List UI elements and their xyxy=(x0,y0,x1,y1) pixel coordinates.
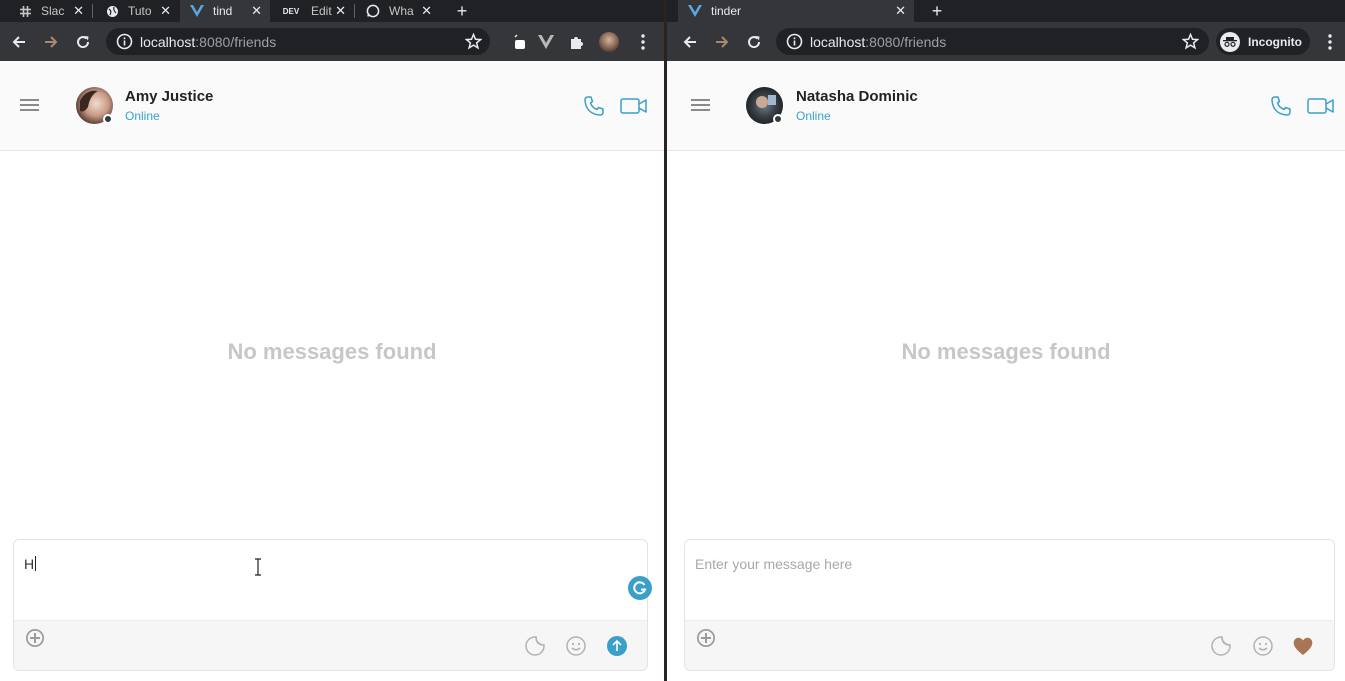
tab-whatsapp[interactable]: Wha ✕ xyxy=(356,0,440,22)
message-input[interactable]: Enter your message here xyxy=(695,556,852,572)
tab-label: tind xyxy=(213,4,233,18)
contact-status: Online xyxy=(125,109,160,123)
bookmark-star-icon[interactable] xyxy=(1182,33,1199,50)
close-tab-icon[interactable]: ✕ xyxy=(895,3,906,19)
close-tab-icon[interactable]: ✕ xyxy=(251,3,262,19)
message-composer: Enter your message here xyxy=(684,539,1335,671)
tab-slack[interactable]: Slac ✕ xyxy=(8,0,92,22)
slack-icon xyxy=(18,4,32,18)
hamburger-menu-icon[interactable] xyxy=(20,99,39,111)
vue-icon xyxy=(190,4,204,18)
address-bar[interactable]: localhost:8080/friends xyxy=(106,28,490,55)
heart-like-icon[interactable] xyxy=(1292,635,1314,657)
forward-icon[interactable] xyxy=(40,31,62,53)
close-tab-icon[interactable]: ✕ xyxy=(421,3,432,19)
reload-icon[interactable] xyxy=(72,31,94,53)
back-icon[interactable] xyxy=(679,31,701,53)
globe-icon xyxy=(105,4,119,18)
empty-state-text: No messages found xyxy=(227,339,437,364)
tab-label: Tuto xyxy=(128,4,152,18)
contact-avatar[interactable] xyxy=(746,87,783,124)
composer-toolbar xyxy=(685,620,1334,670)
sticker-icon[interactable] xyxy=(524,635,546,657)
contact-status: Online xyxy=(796,109,831,123)
menu-dots-icon[interactable] xyxy=(1319,31,1341,53)
close-tab-icon[interactable]: ✕ xyxy=(73,3,84,19)
chat-app: Natasha Dominic Online No messages found… xyxy=(667,61,1345,681)
tab-label: tinder xyxy=(711,4,742,18)
text-caret xyxy=(35,556,37,571)
contact-name: Amy Justice xyxy=(125,88,214,105)
forward-icon[interactable] xyxy=(711,31,733,53)
hamburger-menu-icon[interactable] xyxy=(691,99,710,111)
dev-icon: DEV xyxy=(282,6,300,16)
close-tab-icon[interactable]: ✕ xyxy=(335,3,346,19)
tab-tutorial[interactable]: Tuto ✕ xyxy=(95,0,179,22)
grammarly-icon[interactable] xyxy=(628,576,652,600)
whatsapp-icon xyxy=(366,4,380,18)
online-status-dot xyxy=(103,114,113,124)
contact-avatar[interactable] xyxy=(76,87,113,124)
url-text: localhost:8080/friends xyxy=(810,34,947,50)
profile-avatar[interactable] xyxy=(598,31,620,53)
extension-icon[interactable] xyxy=(509,31,531,53)
browser-toolbar: localhost:8080/friends xyxy=(0,22,664,61)
left-browser-window: Slac ✕ Tuto ✕ tind ✕ DEV Edit ✕ Wha ✕ + … xyxy=(0,0,664,681)
info-icon[interactable] xyxy=(786,33,803,50)
info-icon[interactable] xyxy=(116,33,133,50)
right-browser-window: tinder ✕ + localhost:8080/friends Incogn… xyxy=(667,0,1345,681)
browser-toolbar: localhost:8080/friends Incognito xyxy=(667,22,1345,61)
empty-state-text: No messages found xyxy=(901,339,1111,364)
video-call-icon[interactable] xyxy=(1307,97,1335,115)
tab-strip: Slac ✕ Tuto ✕ tind ✕ DEV Edit ✕ Wha ✕ + xyxy=(0,0,664,22)
tab-label: Edit xyxy=(311,4,332,18)
back-icon[interactable] xyxy=(8,31,30,53)
text-cursor-icon xyxy=(255,558,261,576)
add-attachment-icon[interactable] xyxy=(695,627,717,649)
bookmark-star-icon[interactable] xyxy=(465,33,482,50)
composer-toolbar xyxy=(14,620,647,670)
video-call-icon[interactable] xyxy=(620,97,648,115)
vue-devtools-icon[interactable] xyxy=(535,31,557,53)
incognito-label: Incognito xyxy=(1248,34,1302,49)
tab-tinder[interactable]: tinder ✕ xyxy=(678,0,914,22)
url-text: localhost:8080/friends xyxy=(140,34,277,50)
vue-icon xyxy=(688,4,702,18)
address-bar[interactable]: localhost:8080/friends xyxy=(776,28,1209,55)
contact-name: Natasha Dominic xyxy=(796,88,918,105)
new-tab-button[interactable]: + xyxy=(451,0,473,22)
emoji-icon[interactable] xyxy=(1252,635,1274,657)
new-tab-button[interactable]: + xyxy=(926,0,948,22)
phone-call-icon[interactable] xyxy=(583,95,605,117)
incognito-icon xyxy=(1220,31,1240,52)
emoji-icon[interactable] xyxy=(565,635,587,657)
online-status-dot xyxy=(773,114,783,124)
message-composer: H xyxy=(13,539,648,671)
send-button[interactable] xyxy=(606,635,628,657)
tab-tinder[interactable]: tind ✕ xyxy=(180,0,270,22)
chat-app: Amy Justice Online No messages found H xyxy=(0,61,664,681)
close-tab-icon[interactable]: ✕ xyxy=(160,3,171,19)
message-input[interactable]: H xyxy=(24,556,37,572)
tab-label: Wha xyxy=(389,4,414,18)
add-attachment-icon[interactable] xyxy=(24,627,46,649)
reload-icon[interactable] xyxy=(743,31,765,53)
tab-label: Slac xyxy=(41,4,65,18)
tab-strip: tinder ✕ + xyxy=(667,0,1345,22)
sticker-icon[interactable] xyxy=(1210,635,1232,657)
menu-dots-icon[interactable] xyxy=(632,31,654,53)
incognito-badge[interactable]: Incognito xyxy=(1216,28,1310,55)
puzzle-extensions-icon[interactable] xyxy=(566,31,588,53)
chat-header: Amy Justice Online xyxy=(0,61,664,151)
tab-dev[interactable]: DEV Edit ✕ xyxy=(270,0,354,22)
phone-call-icon[interactable] xyxy=(1270,95,1292,117)
chat-header: Natasha Dominic Online xyxy=(667,61,1345,151)
